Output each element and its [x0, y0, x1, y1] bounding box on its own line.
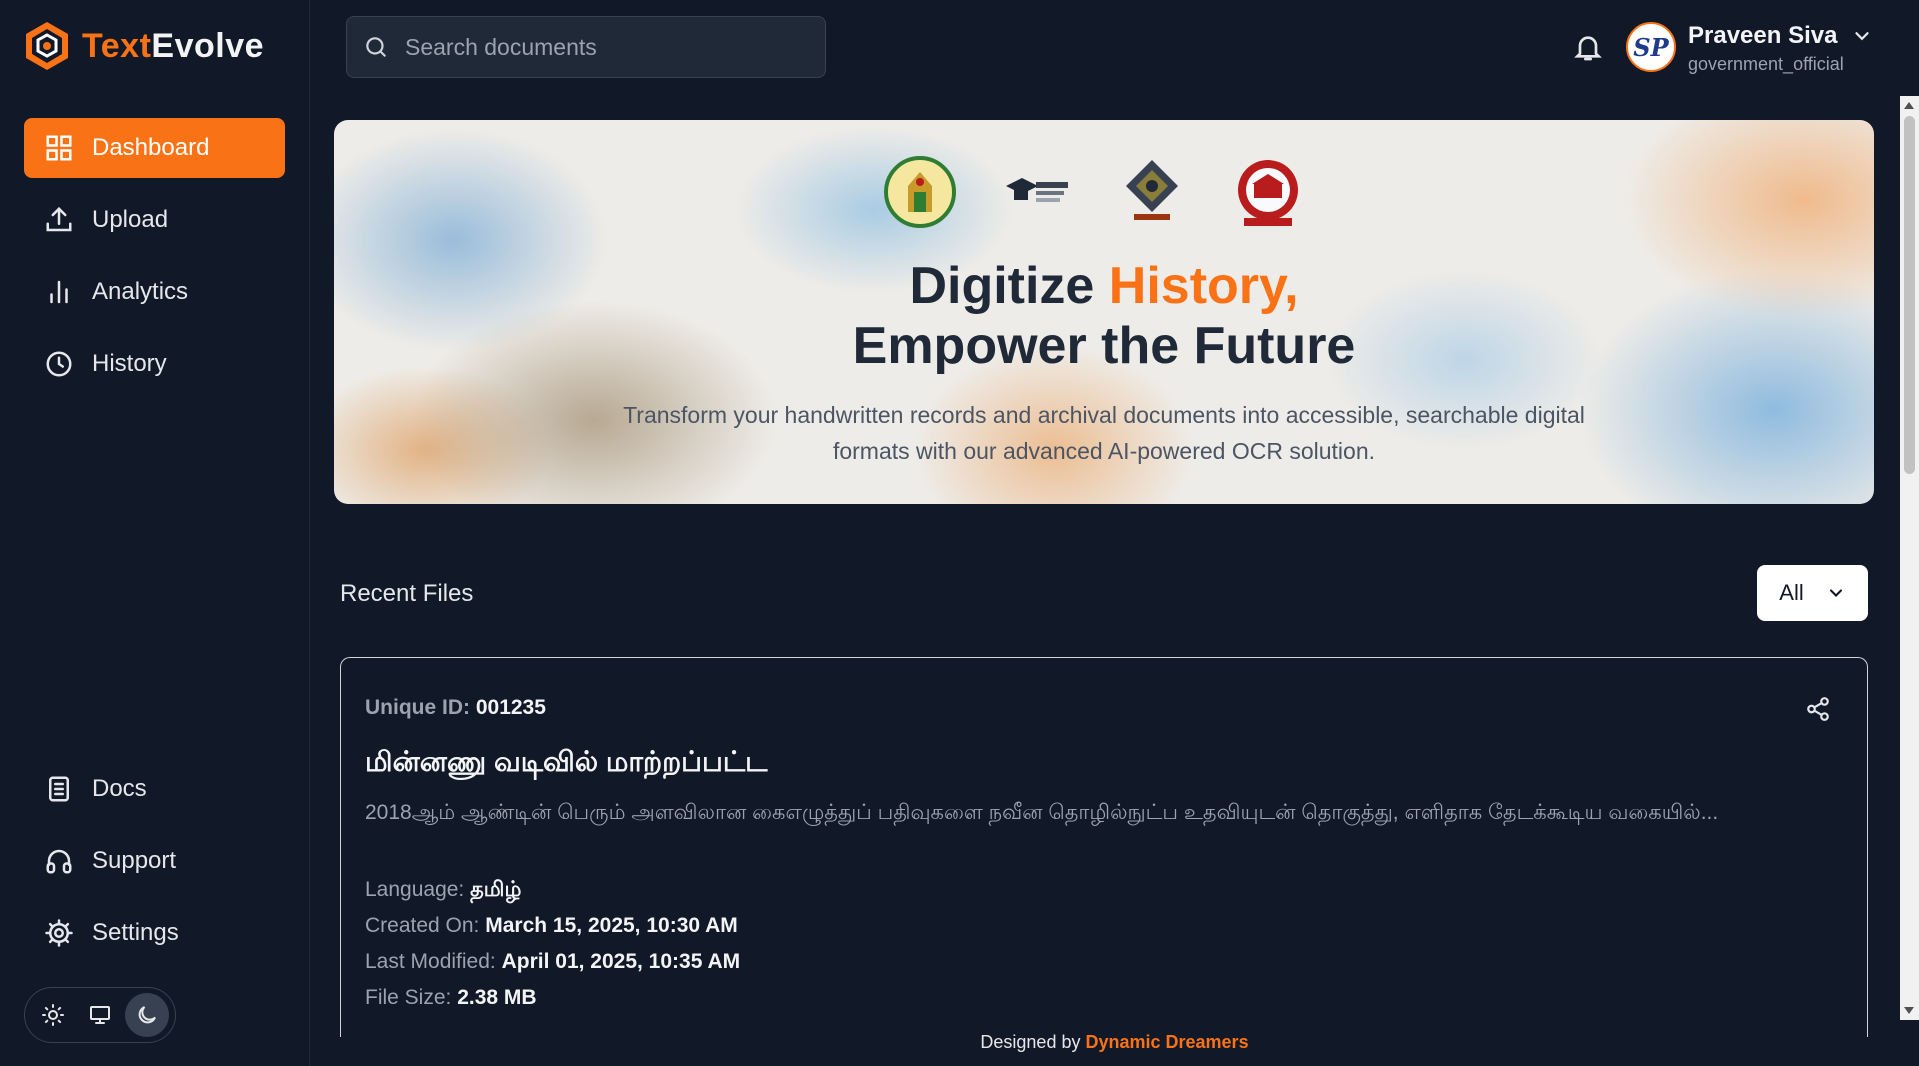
- sidebar-item-analytics[interactable]: Analytics: [24, 262, 285, 322]
- sun-icon: [41, 1004, 64, 1026]
- file-size: File Size: 2.38 MB: [365, 986, 537, 1010]
- upload-icon: [46, 206, 72, 232]
- search-bar[interactable]: [346, 16, 826, 78]
- sidebar-item-support[interactable]: Support: [24, 831, 285, 891]
- sidebar-item-label: Support: [92, 847, 177, 874]
- sidebar-item-docs[interactable]: Docs: [24, 759, 285, 819]
- footer: Designed by Dynamic Dreamers: [310, 1032, 1919, 1053]
- app-logo[interactable]: TextEvolve: [24, 20, 264, 72]
- file-created-value: March 15, 2025, 10:30 AM: [485, 914, 738, 937]
- file-size-value: 2.38 MB: [457, 986, 537, 1009]
- festival-diamond-logo-icon: [1116, 156, 1188, 228]
- anna-university-emblem-icon: [1232, 156, 1304, 228]
- file-language-value: தமிழ்: [470, 878, 522, 901]
- file-created-on: Created On: March 15, 2025, 10:30 AM: [365, 914, 738, 938]
- avatar-initials: SP: [1633, 32, 1669, 62]
- sidebar: TextEvolve Dashboard Upload Analytics Hi…: [0, 0, 310, 1066]
- document-icon: [49, 776, 69, 802]
- sidebar-item-label: Dashboard: [92, 134, 210, 161]
- user-role: government_official: [1688, 54, 1844, 74]
- theme-toggle: [24, 987, 176, 1043]
- sidebar-item-settings[interactable]: Settings: [24, 903, 285, 963]
- tn-government-emblem-icon: [884, 156, 956, 228]
- search-icon: [366, 37, 386, 57]
- hero-title-part1: Digitize: [909, 257, 1109, 315]
- partner-logos: [884, 156, 1304, 228]
- user-name: Praveen Siva: [1688, 22, 1838, 49]
- naan-mudhalvan-logo-icon: [1000, 156, 1072, 228]
- sidebar-item-upload[interactable]: Upload: [24, 190, 285, 250]
- clock-icon: [46, 351, 72, 377]
- file-language: Language: தமிழ்: [365, 878, 521, 904]
- chevron-down-icon[interactable]: [1851, 25, 1873, 47]
- user-name-row: Praveen Siva: [1688, 22, 1873, 50]
- scroll-down-arrow[interactable]: [1904, 1007, 1914, 1014]
- file-title[interactable]: மின்னணு வடிவில் மாற்றப்பட்ட: [365, 746, 767, 782]
- sidebar-item-history[interactable]: History: [24, 334, 285, 394]
- monitor-icon: [89, 1006, 110, 1024]
- share-icon[interactable]: [1805, 696, 1831, 722]
- file-size-label: File Size:: [365, 986, 452, 1009]
- headphones-icon: [46, 849, 72, 874]
- file-modified-value: April 01, 2025, 10:35 AM: [501, 950, 741, 973]
- user-menu[interactable]: Praveen Siva government_official: [1688, 22, 1873, 75]
- bar-chart-icon: [50, 280, 68, 304]
- file-unique-id: Unique ID: 001235: [365, 696, 546, 720]
- footer-brand-link[interactable]: Dynamic Dreamers: [1085, 1032, 1248, 1052]
- recent-files-heading: Recent Files: [340, 580, 474, 607]
- file-filter-dropdown[interactable]: All: [1757, 565, 1868, 621]
- hero-title-line2: Empower the Future: [852, 317, 1356, 375]
- logo-hexagon-icon: [26, 22, 68, 70]
- moon-icon: [138, 1006, 157, 1024]
- sidebar-nav: Dashboard Upload Analytics History: [24, 118, 285, 406]
- file-unique-id-value: 001235: [475, 696, 546, 719]
- sidebar-item-label: History: [92, 350, 167, 377]
- filter-selected-value: All: [1779, 580, 1804, 605]
- file-modified-label: Last Modified:: [365, 950, 496, 973]
- theme-light-button[interactable]: [31, 993, 75, 1037]
- logo-text: TextEvolve: [82, 27, 264, 66]
- sidebar-item-dashboard[interactable]: Dashboard: [24, 118, 285, 178]
- file-card[interactable]: Unique ID: 001235 மின்னணு வடிவில் மாற்றப…: [340, 657, 1868, 1037]
- gear-icon: [45, 919, 73, 947]
- notification-bell-icon[interactable]: [1572, 30, 1604, 64]
- file-description: 2018ஆம் ஆண்டின் பெரும் அளவிலான கைஎழுத்து…: [365, 801, 1719, 824]
- file-created-label: Created On:: [365, 914, 480, 937]
- avatar[interactable]: SP: [1626, 22, 1676, 72]
- chevron-down-icon: [1829, 589, 1842, 597]
- sidebar-item-label: Settings: [92, 919, 179, 946]
- logo-text-part1: Text: [82, 26, 152, 65]
- hero-title-accent: History,: [1108, 257, 1299, 315]
- sidebar-bottom-nav: Docs Support Settings: [24, 759, 285, 975]
- sidebar-item-label: Upload: [92, 206, 169, 233]
- sidebar-item-label: Docs: [92, 775, 147, 802]
- file-language-label: Language:: [365, 878, 465, 901]
- grid-icon: [46, 135, 72, 161]
- scroll-up-arrow[interactable]: [1904, 102, 1914, 109]
- search-input[interactable]: [405, 33, 805, 61]
- theme-system-button[interactable]: [78, 993, 122, 1037]
- hero-banner: Digitize History, Empower the Future Tra…: [334, 120, 1874, 504]
- scroll-thumb[interactable]: [1904, 116, 1915, 474]
- logo-text-part2: Evolve: [151, 26, 265, 65]
- theme-dark-button[interactable]: [125, 993, 170, 1037]
- hero-title: Digitize History, Empower the Future: [334, 256, 1874, 376]
- file-unique-id-label: Unique ID:: [365, 696, 470, 719]
- hero-subtitle: Transform your handwritten records and a…: [623, 402, 1585, 464]
- footer-prefix: Designed by: [980, 1032, 1086, 1052]
- page-scrollbar[interactable]: [1900, 96, 1919, 1020]
- file-last-modified: Last Modified: April 01, 2025, 10:35 AM: [365, 950, 740, 974]
- sidebar-item-label: Analytics: [92, 278, 189, 305]
